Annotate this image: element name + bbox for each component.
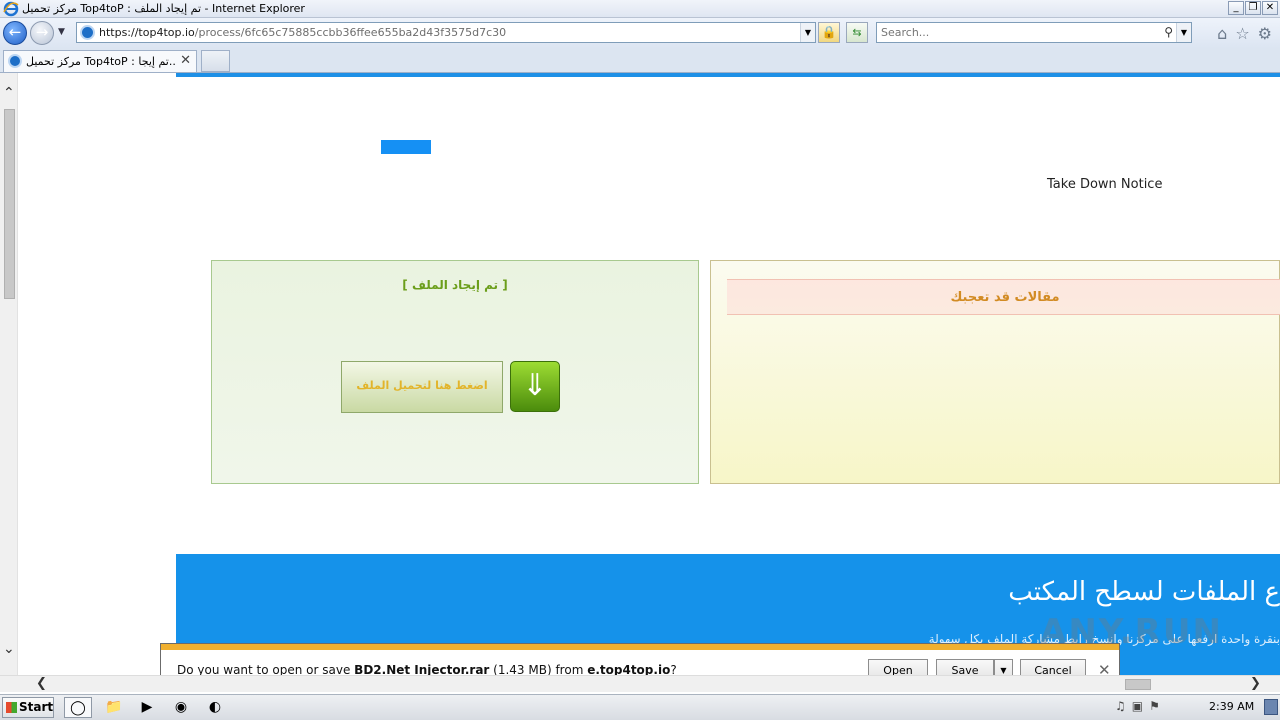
scroll-left-icon[interactable]: ❮: [36, 676, 47, 691]
title-bar: مركز تحميل Top4toP : تم إيجاد الملف - In…: [0, 0, 1280, 18]
taskbar-internet-explorer-icon[interactable]: ◯: [64, 697, 92, 718]
taskbar: Start ◯ 📁 ▶ ◉ ◐ ♫▣⚑ 2:39 AM: [0, 694, 1280, 720]
search-box[interactable]: ⚲ ▼: [876, 22, 1192, 43]
scroll-down-icon[interactable]: ⌄: [3, 641, 15, 657]
recent-pages-dropdown-icon[interactable]: ▼: [58, 27, 70, 39]
show-desktop-button[interactable]: [1264, 699, 1278, 715]
clock[interactable]: 2:39 AM: [1209, 700, 1254, 713]
settings-gear-icon[interactable]: ⚙: [1258, 24, 1272, 43]
taskbar-edge-icon[interactable]: ◐: [201, 697, 229, 718]
address-dropdown-icon[interactable]: ▼: [800, 23, 815, 42]
take-down-notice-link[interactable]: Take Down Notice: [1047, 177, 1162, 192]
taskbar-chrome-icon[interactable]: ◉: [167, 697, 195, 718]
back-button[interactable]: ←: [3, 21, 27, 45]
favorites-star-icon[interactable]: ☆: [1235, 24, 1249, 43]
scroll-right-icon[interactable]: ❯: [1250, 676, 1261, 691]
vertical-scroll-thumb[interactable]: [4, 109, 15, 299]
page-viewport: ⌃ ⌄ Take Down Notice [ تم إيجاد الملف ] …: [0, 73, 1280, 675]
tab-top4top[interactable]: مركز تحميل Top4toP : تم إيجا... ✕: [3, 50, 197, 72]
horizontal-scrollbar[interactable]: ❮ ❯: [0, 675, 1280, 692]
site-favicon-icon: [80, 25, 95, 40]
home-icon[interactable]: ⌂: [1217, 24, 1227, 43]
tab-strip: مركز تحميل Top4toP : تم إيجا... ✕: [0, 48, 1280, 73]
vertical-scrollbar[interactable]: ⌃ ⌄: [0, 73, 18, 675]
restore-button[interactable]: ❐: [1245, 1, 1261, 15]
lock-icon[interactable]: 🔒: [818, 22, 840, 43]
minimize-button[interactable]: _: [1228, 1, 1244, 15]
web-page: Take Down Notice [ تم إيجاد الملف ] اضغط…: [176, 73, 1280, 675]
search-dropdown-icon[interactable]: ▼: [1176, 23, 1191, 42]
system-tray: ♫▣⚑ 2:39 AM: [1115, 695, 1280, 720]
file-found-heading: [ تم إيجاد الملف ]: [402, 278, 508, 292]
taskbar-media-player-icon[interactable]: ▶: [133, 697, 161, 718]
new-tab-button[interactable]: [201, 50, 230, 72]
navigation-bar: ← → ▼ https://top4top.io/process/6fc65c7…: [0, 18, 1280, 48]
site-logo-placeholder[interactable]: [381, 140, 431, 154]
search-input[interactable]: [879, 24, 1149, 41]
horizontal-scroll-thumb[interactable]: [1125, 679, 1151, 690]
download-arrow-icon[interactable]: ⇓: [510, 361, 560, 412]
download-bar-accent: [161, 644, 1119, 650]
suggested-articles-panel: مقالات قد تعجبك: [710, 260, 1280, 484]
tab-label: مركز تحميل Top4toP : تم إيجا...: [26, 55, 176, 68]
address-bar[interactable]: https://top4top.io/process/6fc65c75885cc…: [76, 22, 816, 43]
internet-explorer-icon: [3, 1, 19, 17]
window-title: مركز تحميل Top4toP : تم إيجاد الملف - In…: [22, 2, 305, 15]
taskbar-file-explorer-icon[interactable]: 📁: [100, 697, 128, 718]
address-url[interactable]: https://top4top.io/process/6fc65c75885cc…: [99, 26, 506, 39]
tab-favicon-icon: [8, 54, 22, 68]
header-accent-line: [176, 73, 1280, 77]
close-window-button[interactable]: ✕: [1262, 1, 1278, 15]
articles-header: مقالات قد تعجبك: [727, 279, 1280, 315]
refresh-button[interactable]: ⇆: [846, 22, 868, 43]
search-icon[interactable]: ⚲: [1164, 25, 1173, 39]
articles-heading: مقالات قد تعجبك: [950, 290, 1060, 305]
start-button[interactable]: Start: [2, 697, 54, 718]
forward-button[interactable]: →: [30, 21, 54, 45]
download-file-button[interactable]: اضغط هنا لتحميل الملف: [341, 361, 503, 413]
banner-heading: ع الملفات لسطح المكتب: [1008, 577, 1280, 607]
scroll-up-icon[interactable]: ⌃: [3, 85, 15, 101]
windows-flag-icon: [6, 702, 17, 713]
download-button-label: اضغط هنا لتحميل الملف: [356, 379, 488, 392]
tray-icons[interactable]: ♫▣⚑: [1115, 699, 1166, 713]
close-tab-icon[interactable]: ✕: [180, 53, 191, 68]
file-found-panel: [ تم إيجاد الملف ] اضغط هنا لتحميل الملف…: [211, 260, 699, 484]
